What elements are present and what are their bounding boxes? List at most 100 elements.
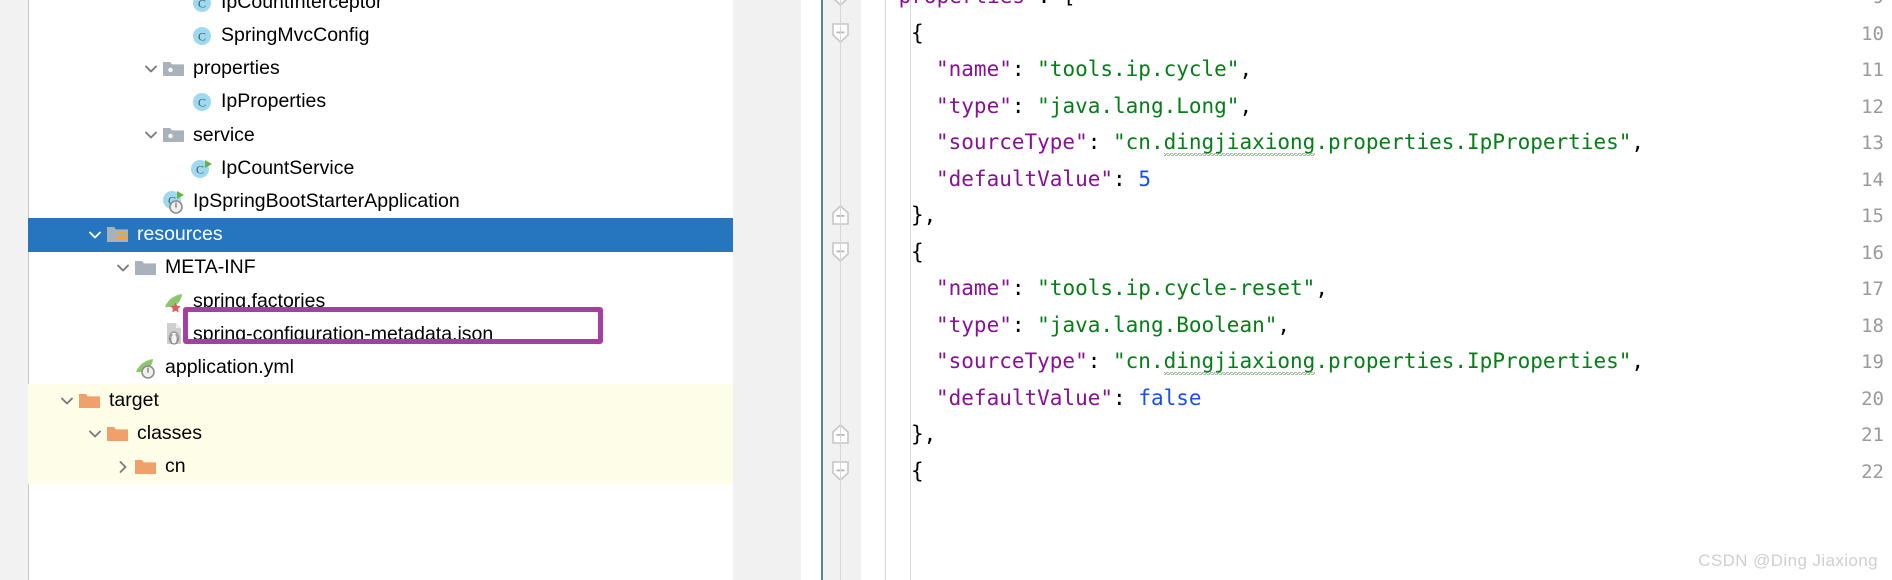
code-token: , — [1277, 312, 1291, 337]
svg-text:C: C — [196, 162, 204, 176]
code-token: 5 — [1138, 166, 1151, 191]
code-line[interactable]: { — [861, 234, 924, 271]
tree-item-spring-factories[interactable]: spring.factories — [28, 285, 733, 318]
chevron-down-icon[interactable] — [56, 390, 78, 412]
tree-item-label: properties — [193, 57, 280, 80]
code-token: { — [911, 458, 924, 483]
code-line[interactable]: "name": "tools.ip.cycle-reset", — [861, 270, 1328, 307]
code-token: "type" — [936, 93, 1012, 118]
code-token: : — [1087, 349, 1114, 373]
code-line[interactable]: }, — [861, 416, 936, 453]
code-token: { — [911, 239, 924, 264]
csdn-watermark: CSDN @Ding Jiaxiong — [1698, 551, 1878, 570]
code-token: , — [1631, 130, 1645, 154]
indent-guide — [885, 0, 886, 580]
project-tree-panel: C IpCountInterceptor C SpringMvcConfig prope… — [0, 0, 733, 580]
code-token: , — [1315, 276, 1328, 300]
chevron-down-icon[interactable] — [84, 224, 106, 246]
code-line[interactable]: "name": "tools.ip.cycle", — [861, 51, 1252, 88]
svg-text:{}: {} — [168, 334, 180, 345]
chevron-right-icon[interactable] — [112, 456, 134, 478]
java-class-icon: C — [190, 91, 214, 113]
code-line[interactable]: "sourceType": "cn.dingjiaxiong.propertie… — [861, 343, 1644, 380]
chevron-down-icon[interactable] — [112, 257, 134, 279]
tree-item-properties[interactable]: properties — [28, 52, 733, 85]
code-token: , — [1239, 57, 1253, 81]
tree-item-spring-configuration-metadata-json[interactable]: {} spring-configuration-metadata.json — [28, 318, 733, 351]
code-token: "sourceType" — [936, 349, 1088, 373]
code-token: "properties" — [886, 0, 1038, 8]
spring-yaml-icon — [134, 357, 158, 379]
code-token: "name" — [936, 57, 1012, 81]
svg-text:C: C — [198, 0, 206, 10]
code-token: "sourceType" — [936, 130, 1088, 154]
code-token: : — [1011, 57, 1038, 81]
orange-folder-icon — [106, 423, 130, 445]
code-line[interactable]: "defaultValue": false — [861, 380, 1202, 417]
tree-item-springmvcconfig[interactable]: C SpringMvcConfig — [28, 19, 733, 52]
tree-item-application-yml[interactable]: application.yml — [28, 351, 733, 384]
code-token: dingjiaxiong — [1163, 130, 1316, 158]
code-line[interactable]: "defaultValue": 5 — [861, 161, 1151, 198]
chevron-down-icon[interactable] — [84, 423, 106, 445]
code-token: , — [1631, 349, 1645, 373]
code-token: "java.lang.Boolean" — [1037, 312, 1278, 337]
code-line[interactable]: { — [861, 15, 924, 52]
tree-item-cn[interactable]: cn — [28, 450, 733, 484]
tree-item-resources[interactable]: resources — [28, 218, 733, 252]
code-token: : — [1011, 276, 1038, 300]
code-token: "type" — [936, 312, 1012, 337]
code-token: : — [1087, 130, 1114, 154]
editor-fold-column[interactable] — [821, 0, 861, 580]
tree-item-ipcountservice[interactable]: C IpCountService — [28, 152, 733, 185]
java-class-icon: C — [190, 25, 214, 47]
tree-item-label: resources — [137, 223, 223, 246]
tree-item-ipspringbootstarterapplication[interactable]: C IpSpringBootStarterApplication — [28, 185, 733, 218]
code-token: : — [1011, 312, 1038, 337]
java-class-runnable-icon: C — [190, 158, 214, 180]
chevron-down-icon[interactable] — [140, 58, 162, 80]
project-tree-list[interactable]: C IpCountInterceptor C SpringMvcConfig prope… — [28, 0, 733, 484]
code-line[interactable]: }, — [861, 197, 936, 234]
code-token: "tools.ip.cycle" — [1037, 57, 1240, 81]
editor-line-number-gutter — [733, 0, 801, 580]
json-file-icon: {} — [162, 323, 186, 345]
tree-item-ipcountinterceptor[interactable]: C IpCountInterceptor — [28, 0, 733, 19]
code-line[interactable]: "properties": [ — [861, 0, 1076, 15]
tree-item-ipproperties[interactable]: C IpProperties — [28, 86, 733, 119]
tree-item-label: application.yml — [165, 355, 294, 378]
package-folder-icon — [162, 58, 186, 80]
code-line[interactable]: { — [861, 453, 924, 490]
tree-item-label: spring.factories — [193, 289, 326, 312]
tree-item-label: classes — [137, 422, 203, 445]
code-token: .properties.IpProperties" — [1315, 130, 1632, 154]
code-line[interactable]: "type": "java.lang.Long", — [861, 88, 1252, 125]
tree-item-label: cn — [165, 455, 186, 478]
code-line[interactable]: "sourceType": "cn.dingjiaxiong.propertie… — [861, 124, 1644, 161]
tree-item-target[interactable]: target — [28, 384, 733, 418]
tree-item-meta-inf[interactable]: META-INF — [28, 252, 733, 285]
orange-folder-icon — [78, 390, 102, 412]
code-line[interactable]: "type": "java.lang.Boolean", — [861, 307, 1290, 344]
tree-item-label: IpCountInterceptor — [221, 0, 383, 13]
code-editor[interactable]: 910111213141516171819202122 "properties"… — [733, 0, 1892, 580]
spring-factories-icon — [162, 290, 186, 313]
code-token: "cn. — [1113, 349, 1164, 373]
code-token: "defaultValue" — [936, 166, 1114, 191]
code-token: dingjiaxiong — [1163, 349, 1316, 377]
tree-item-classes[interactable]: classes — [28, 417, 733, 451]
code-token: "cn. — [1113, 130, 1164, 154]
tree-item-service[interactable]: service — [28, 119, 733, 152]
svg-text:C: C — [198, 29, 206, 43]
code-token: : — [1011, 93, 1038, 118]
chevron-down-icon[interactable] — [140, 124, 162, 146]
folder-icon — [134, 257, 158, 279]
indent-guide — [910, 0, 911, 580]
tree-item-label: target — [109, 389, 159, 412]
tree-item-label: IpCountService — [221, 156, 355, 179]
code-content[interactable]: "properties": [{"name": "tools.ip.cycle"… — [861, 0, 1892, 580]
